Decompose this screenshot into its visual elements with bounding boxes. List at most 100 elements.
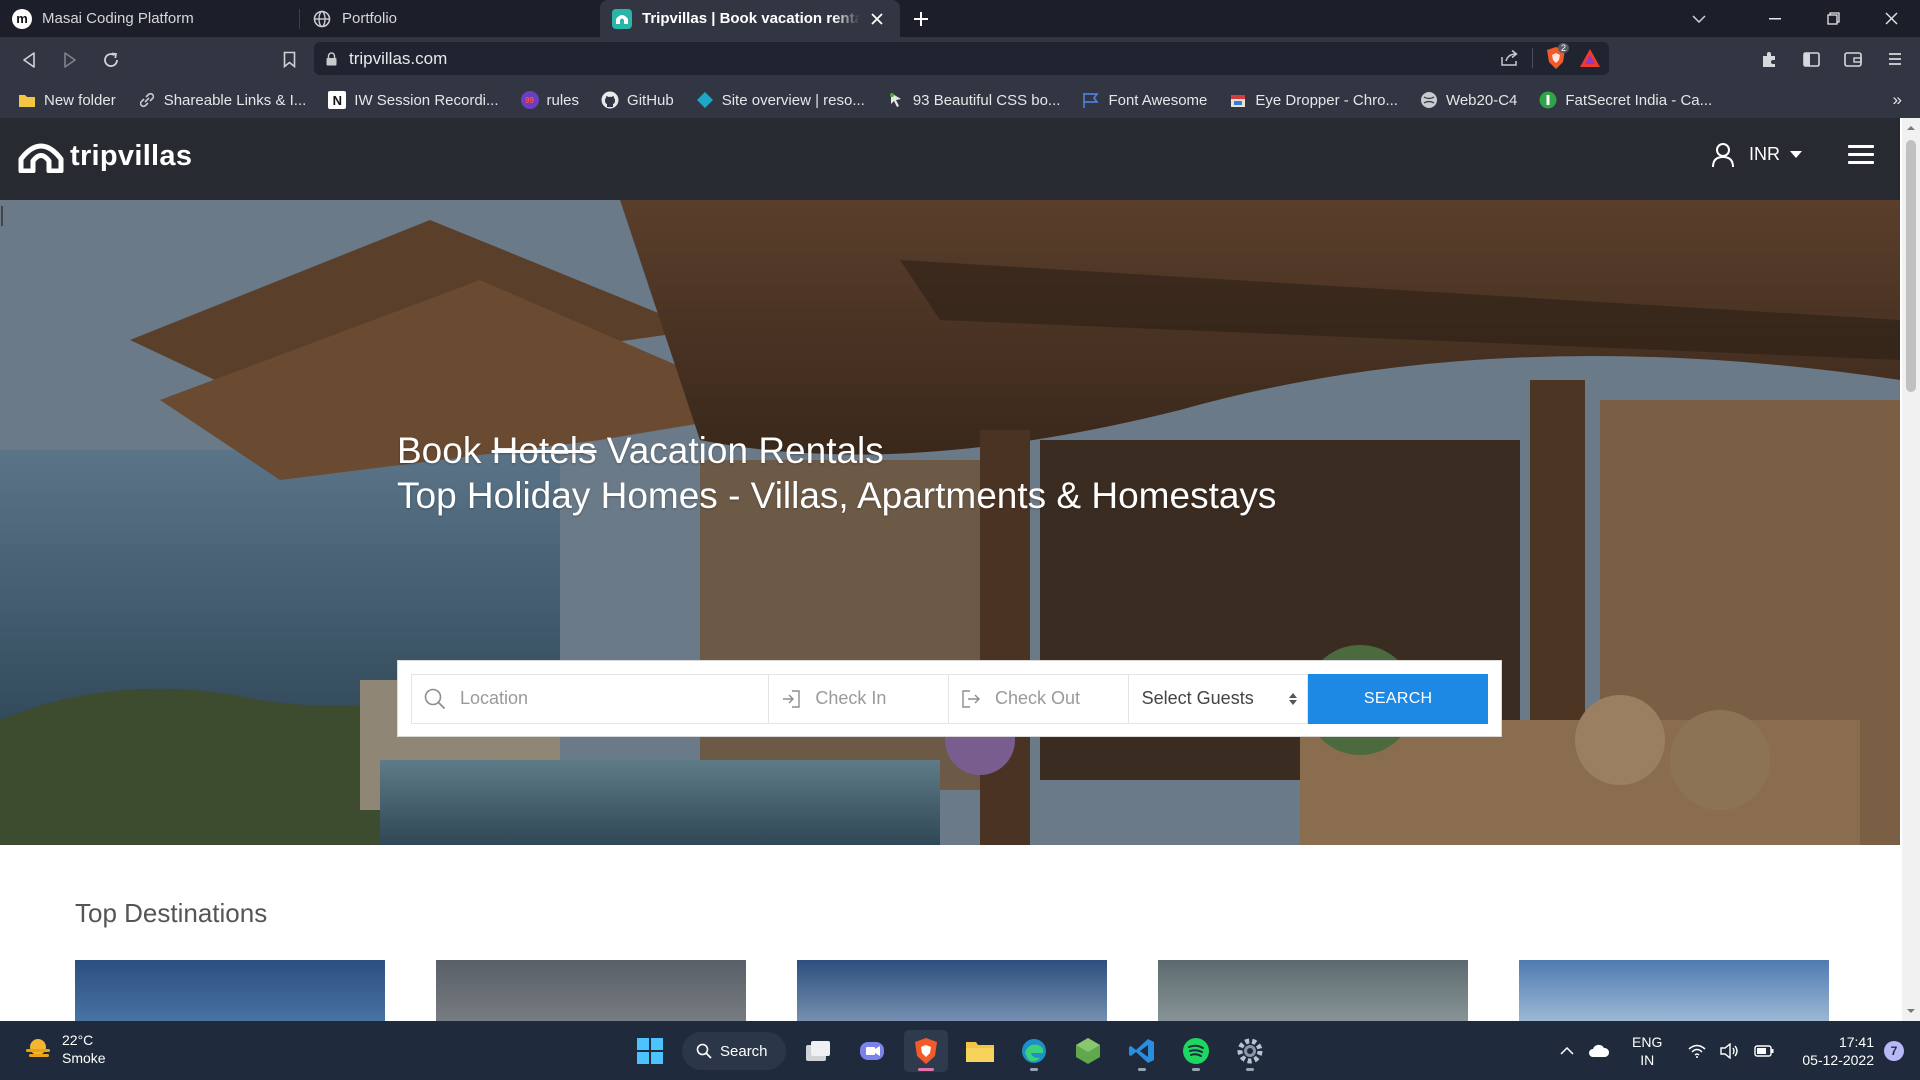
user-account-icon[interactable] bbox=[1711, 142, 1735, 168]
lock-icon[interactable] bbox=[326, 51, 337, 66]
destination-card[interactable] bbox=[1158, 960, 1468, 1021]
teams-chat-icon[interactable] bbox=[850, 1030, 894, 1072]
scroll-up-icon[interactable] bbox=[1906, 123, 1916, 133]
check-in-input[interactable]: Check In bbox=[769, 673, 949, 724]
notion-icon: N bbox=[328, 91, 347, 109]
destination-card[interactable] bbox=[75, 960, 385, 1021]
search-button[interactable]: SEARCH bbox=[1308, 673, 1488, 724]
vscode-icon[interactable] bbox=[1120, 1030, 1164, 1072]
brave-rewards-icon[interactable] bbox=[1579, 48, 1601, 68]
hero-banner: Book Hotels Vacation Rentals Top Holiday… bbox=[0, 200, 1900, 845]
bookmark-label: IW Session Recordi... bbox=[354, 91, 499, 109]
bookmark-item[interactable]: N IW Session Recordi... bbox=[328, 91, 499, 109]
clock[interactable]: 17:41 05-12-2022 bbox=[1802, 1033, 1874, 1069]
volume-icon[interactable] bbox=[1720, 1042, 1740, 1059]
tab-portfolio[interactable]: Portfolio bbox=[300, 0, 600, 37]
scrollbar-thumb[interactable] bbox=[1906, 140, 1916, 392]
bookmark-label: FatSecret India - Ca... bbox=[1565, 91, 1713, 109]
hero-line-1-prefix: Book bbox=[397, 430, 492, 471]
bookmark-item[interactable]: Site overview | reso... bbox=[696, 91, 865, 109]
check-out-input[interactable]: Check Out bbox=[948, 673, 1129, 724]
node-green-icon[interactable] bbox=[1066, 1030, 1110, 1072]
bookmark-item[interactable]: Font Awesome bbox=[1082, 91, 1207, 109]
tripvillas-logo[interactable]: tripvillas bbox=[18, 140, 192, 173]
bookmark-page-icon[interactable] bbox=[272, 43, 306, 77]
restore-button[interactable] bbox=[1804, 0, 1862, 37]
share-icon[interactable] bbox=[1500, 49, 1520, 67]
address-bar[interactable]: tripvillas.com 2 bbox=[314, 42, 1609, 75]
page-scrollbar[interactable] bbox=[1902, 118, 1920, 1021]
destination-card[interactable] bbox=[797, 960, 1107, 1021]
battery-icon[interactable] bbox=[1754, 1044, 1774, 1057]
bookmark-item[interactable]: 93 Beautiful CSS bo... bbox=[887, 91, 1061, 109]
language-indicator[interactable]: ENG IN bbox=[1632, 1033, 1662, 1069]
destination-card[interactable] bbox=[436, 960, 746, 1021]
onedrive-cloud-icon[interactable] bbox=[1588, 1044, 1610, 1058]
close-window-button[interactable] bbox=[1862, 0, 1920, 37]
minimize-button[interactable] bbox=[1746, 0, 1804, 37]
bookmark-item[interactable]: Web20-C4 bbox=[1420, 91, 1517, 109]
header-actions: INR bbox=[1711, 140, 1874, 169]
url-text: tripvillas.com bbox=[349, 48, 448, 68]
menu-icon[interactable] bbox=[1878, 42, 1912, 76]
taskbar-search[interactable]: Search bbox=[682, 1032, 786, 1070]
back-button[interactable] bbox=[12, 43, 46, 77]
hero-strikethrough-word: Hotels bbox=[491, 430, 597, 471]
weather-widget[interactable]: 22°C Smoke bbox=[22, 1031, 106, 1067]
github-icon bbox=[601, 91, 619, 109]
wallet-icon[interactable] bbox=[1836, 42, 1870, 76]
bookmark-label: Site overview | reso... bbox=[721, 91, 865, 109]
window-controls bbox=[1670, 0, 1920, 37]
bookmark-item[interactable]: Eye Dropper - Chro... bbox=[1229, 91, 1398, 109]
check-out-icon bbox=[961, 689, 981, 709]
tab-masai[interactable]: m Masai Coding Platform bbox=[0, 0, 300, 37]
file-explorer-icon[interactable] bbox=[958, 1030, 1002, 1072]
wifi-icon[interactable] bbox=[1688, 1044, 1706, 1058]
tray-overflow-chevron-icon[interactable] bbox=[1560, 1046, 1574, 1055]
brave-shields-icon[interactable]: 2 bbox=[1545, 43, 1570, 70]
address-bar-actions: 2 bbox=[1500, 43, 1601, 70]
currency-selector[interactable]: INR bbox=[1749, 144, 1802, 165]
task-view-icon[interactable] bbox=[796, 1030, 840, 1072]
forward-button[interactable] bbox=[53, 43, 87, 77]
edge-browser-icon[interactable] bbox=[1012, 1030, 1056, 1072]
close-tab-icon[interactable] bbox=[866, 8, 888, 30]
globe-icon bbox=[1420, 91, 1438, 109]
extensions-icon[interactable] bbox=[1752, 42, 1786, 76]
tab-title: Portfolio bbox=[342, 10, 398, 27]
fatsecret-icon bbox=[1539, 91, 1557, 109]
tab-tripvillas[interactable]: Tripvillas | Book vacation rentals, I bbox=[600, 0, 900, 37]
scroll-down-icon[interactable] bbox=[1906, 1006, 1916, 1016]
new-tab-button[interactable] bbox=[900, 0, 942, 37]
location-input[interactable]: Location bbox=[411, 673, 770, 724]
bookmark-label: Web20-C4 bbox=[1445, 91, 1518, 109]
clock-time: 17:41 bbox=[1838, 1033, 1874, 1050]
spotify-icon[interactable] bbox=[1174, 1030, 1218, 1072]
bookmark-item[interactable]: 99 rules bbox=[520, 91, 579, 109]
notification-badge[interactable]: 7 bbox=[1884, 1040, 1904, 1061]
destinations-row bbox=[75, 960, 1829, 1021]
tab-title: Tripvillas | Book vacation rentals, I bbox=[642, 10, 860, 27]
reload-button[interactable] bbox=[94, 43, 128, 77]
search-form: Location Check In Check Out Select Guest… bbox=[397, 660, 1502, 737]
guests-select[interactable]: Select Guests bbox=[1128, 673, 1309, 724]
tab-search-chevron-icon[interactable] bbox=[1670, 0, 1728, 37]
tripvillas-logo-icon bbox=[18, 143, 64, 173]
bookmark-item[interactable]: Shareable Links & I... bbox=[138, 91, 306, 109]
bookmarks-overflow-button[interactable]: » bbox=[1893, 90, 1902, 110]
bookmark-label: 93 Beautiful CSS bo... bbox=[912, 91, 1061, 109]
bookmark-item[interactable]: FatSecret India - Ca... bbox=[1539, 91, 1712, 109]
sidebar-icon[interactable] bbox=[1794, 42, 1828, 76]
currency-label: INR bbox=[1749, 144, 1780, 164]
settings-gear-icon[interactable] bbox=[1228, 1030, 1272, 1072]
brave-browser-icon[interactable] bbox=[904, 1030, 948, 1072]
language-region: IN bbox=[1640, 1051, 1655, 1068]
bookmark-item[interactable]: GitHub bbox=[601, 91, 674, 109]
hamburger-menu-icon[interactable] bbox=[1848, 140, 1874, 169]
browser-tab-strip: m Masai Coding Platform Portfolio Tripvi… bbox=[0, 0, 1920, 37]
destination-card[interactable] bbox=[1519, 960, 1829, 1021]
clock-date: 05-12-2022 bbox=[1802, 1051, 1874, 1068]
windows-start-icon[interactable] bbox=[628, 1030, 672, 1072]
bookmark-item[interactable]: New folder bbox=[18, 91, 116, 109]
weather-temp: 22°C bbox=[62, 1032, 94, 1048]
